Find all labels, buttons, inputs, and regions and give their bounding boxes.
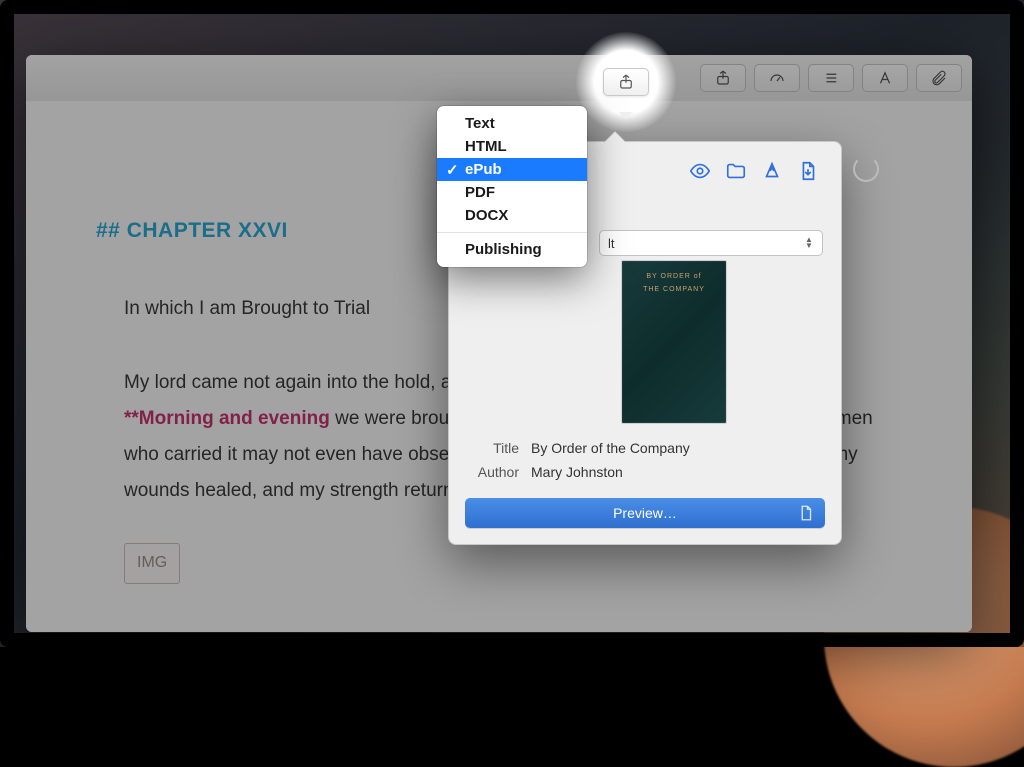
- list-button[interactable]: [808, 64, 854, 92]
- share-icon: [714, 69, 732, 87]
- preview-eye-button[interactable]: [689, 160, 711, 182]
- gauge-button[interactable]: [754, 64, 800, 92]
- font-icon: [876, 69, 894, 87]
- export-file-button[interactable]: [797, 160, 819, 182]
- share-icon: [617, 73, 635, 91]
- author-row: Author Mary Johnston: [465, 460, 825, 484]
- open-folder-button[interactable]: [725, 160, 747, 182]
- share-button[interactable]: [700, 64, 746, 92]
- menu-item-publishing[interactable]: Publishing: [437, 238, 587, 261]
- menu-separator: [437, 232, 587, 233]
- style-select-visible[interactable]: lt ▲▼: [599, 230, 823, 256]
- loading-spinner: [853, 156, 879, 182]
- document-icon: [797, 504, 815, 522]
- title-value: By Order of the Company: [531, 440, 690, 456]
- export-icon: [797, 160, 819, 182]
- image-placeholder-chip[interactable]: IMG: [124, 543, 180, 583]
- author-value: Mary Johnston: [531, 464, 623, 480]
- app-icon: [761, 160, 783, 182]
- title-row: Title By Order of the Company: [465, 436, 825, 460]
- folder-icon: [725, 160, 747, 182]
- menu-item-epub[interactable]: ePub: [437, 158, 587, 181]
- desktop-background: ## CHAPTER XXVI In which I am Brought to…: [0, 0, 1024, 647]
- preview-button[interactable]: Preview…: [465, 498, 825, 528]
- menu-item-html[interactable]: HTML: [437, 135, 587, 158]
- cover-row: Cover: BY ORDER of THE COMPANY: [465, 256, 825, 436]
- export-format-menu: Text HTML ePub PDF DOCX Publishing: [437, 106, 587, 267]
- preview-button-label: Preview…: [613, 505, 677, 521]
- menu-item-pdf[interactable]: PDF: [437, 181, 587, 204]
- updown-icon: ▲▼: [804, 236, 814, 250]
- send-to-app-button[interactable]: [761, 160, 783, 182]
- attachment-button[interactable]: [916, 64, 962, 92]
- cover-text-1: BY ORDER of: [646, 273, 701, 280]
- gauge-icon: [768, 69, 786, 87]
- author-label: Author: [471, 464, 519, 480]
- share-button-highlighted[interactable]: [603, 68, 649, 96]
- cover-preview[interactable]: BY ORDER of THE COMPANY: [621, 260, 727, 424]
- menu-item-text[interactable]: Text: [437, 112, 587, 135]
- eye-icon: [689, 160, 711, 182]
- list-icon: [822, 69, 840, 87]
- menu-item-docx[interactable]: DOCX: [437, 204, 587, 227]
- attachment-icon: [930, 69, 948, 87]
- title-label: Title: [471, 440, 519, 456]
- style-value-tail: lt: [608, 236, 615, 251]
- cover-text-2: THE COMPANY: [643, 286, 705, 293]
- window-toolbar: [26, 55, 972, 102]
- emphasized-text: **Morning and evening: [124, 408, 330, 429]
- font-button[interactable]: [862, 64, 908, 92]
